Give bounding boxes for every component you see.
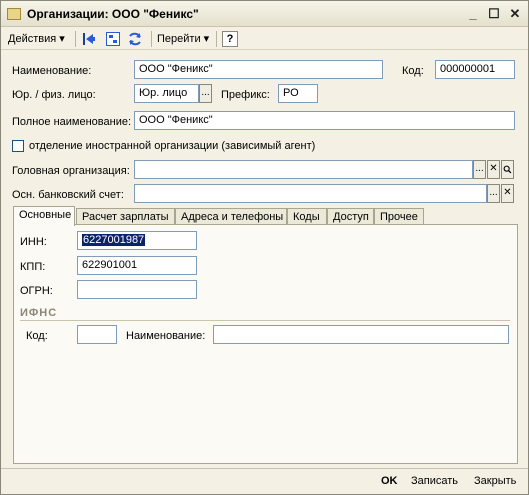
ifns-divider — [20, 320, 510, 321]
goto-menu[interactable]: Перейти ▾ — [157, 31, 209, 47]
toolbar-separator — [151, 31, 152, 47]
head-org-clear-button[interactable]: ✕ — [487, 160, 500, 179]
chevron-down-icon: ▾ — [203, 33, 210, 45]
goto-menu-label: Перейти — [157, 33, 201, 45]
ifns-code-label: Код: — [26, 330, 48, 342]
entity-type-input[interactable]: Юр. лицо — [134, 84, 199, 103]
footer-bar: OK Записать Закрыть — [1, 468, 528, 494]
help-button[interactable]: ? — [222, 31, 238, 47]
tab-panel-main: ИНН: 6227001987 КПП: 622901001 ОГРН: ИФН… — [13, 224, 518, 464]
inn-label: ИНН: — [20, 236, 47, 248]
refresh-icon[interactable] — [127, 31, 143, 47]
entity-type-select-button[interactable]: ... — [199, 84, 212, 103]
folder-icon — [7, 8, 21, 20]
organization-window: Организации: ООО "Феникс" _ ☐ ✕ Действия… — [0, 0, 529, 495]
head-org-input[interactable] — [134, 160, 473, 179]
kpp-input[interactable]: 622901001 — [77, 256, 197, 275]
ok-button[interactable]: OK — [381, 475, 398, 487]
tab-addresses[interactable]: Адреса и телефоны — [175, 208, 287, 225]
ogrn-input[interactable] — [77, 280, 197, 299]
tab-codes[interactable]: Коды — [287, 208, 327, 225]
foreign-branch-checkbox[interactable] — [12, 140, 24, 152]
bank-account-input[interactable] — [134, 184, 487, 203]
prefix-label: Префикс: — [221, 89, 270, 101]
prefix-input[interactable]: РО — [278, 84, 318, 103]
ogrn-label: ОГРН: — [20, 285, 53, 297]
ifns-name-label: Наименование: — [126, 330, 206, 342]
ifns-group-title: ИФНС — [20, 307, 58, 319]
bank-account-clear-button[interactable]: ✕ — [501, 184, 514, 203]
head-org-label: Головная организация: — [12, 165, 130, 177]
tab-payroll[interactable]: Расчет зарплаты — [76, 208, 175, 225]
title-bar: Организации: ООО "Феникс" _ ☐ ✕ — [1, 1, 528, 27]
toolbar: Действия ▾ Перейти ▾ ? — [1, 28, 528, 50]
back-arrow-icon[interactable] — [81, 31, 97, 47]
inn-input[interactable]: 6227001987 — [77, 231, 197, 250]
entity-type-label: Юр. / физ. лицо: — [12, 89, 96, 101]
kpp-label: КПП: — [20, 261, 46, 273]
toolbar-separator — [216, 31, 217, 47]
actions-menu-label: Действия — [8, 33, 57, 45]
actions-menu[interactable]: Действия ▾ — [8, 31, 65, 47]
minimize-button[interactable]: _ — [465, 6, 481, 22]
inn-value: 6227001987 — [82, 234, 146, 246]
structure-icon[interactable] — [105, 31, 121, 47]
tab-other[interactable]: Прочее — [374, 208, 424, 225]
name-input[interactable]: ООО "Феникс" — [134, 60, 383, 79]
full-name-label: Полное наименование: — [12, 116, 132, 128]
bank-account-select-button[interactable]: ... — [487, 184, 500, 203]
maximize-button[interactable]: ☐ — [486, 6, 502, 22]
search-icon[interactable] — [501, 160, 514, 179]
name-label: Наименование: — [12, 65, 92, 77]
tab-main[interactable]: Основные — [13, 206, 75, 226]
bank-account-label: Осн. банковский счет: — [12, 189, 124, 201]
full-name-input[interactable]: ООО "Феникс" — [134, 111, 515, 130]
chevron-down-icon: ▾ — [59, 33, 65, 45]
foreign-branch-label: отделение иностранной организации (завис… — [29, 140, 316, 152]
close-button[interactable]: ✕ — [507, 6, 523, 22]
window-title: Организации: ООО "Феникс" — [27, 7, 199, 21]
ifns-code-input[interactable] — [77, 325, 117, 344]
head-org-select-button[interactable]: ... — [473, 160, 486, 179]
code-label: Код: — [402, 65, 424, 77]
tab-access[interactable]: Доступ — [327, 208, 374, 225]
ifns-name-input[interactable] — [213, 325, 509, 344]
save-button[interactable]: Записать — [411, 475, 458, 487]
code-input[interactable]: 000000001 — [435, 60, 515, 79]
close-form-button[interactable]: Закрыть — [474, 475, 516, 487]
toolbar-separator — [75, 31, 76, 47]
